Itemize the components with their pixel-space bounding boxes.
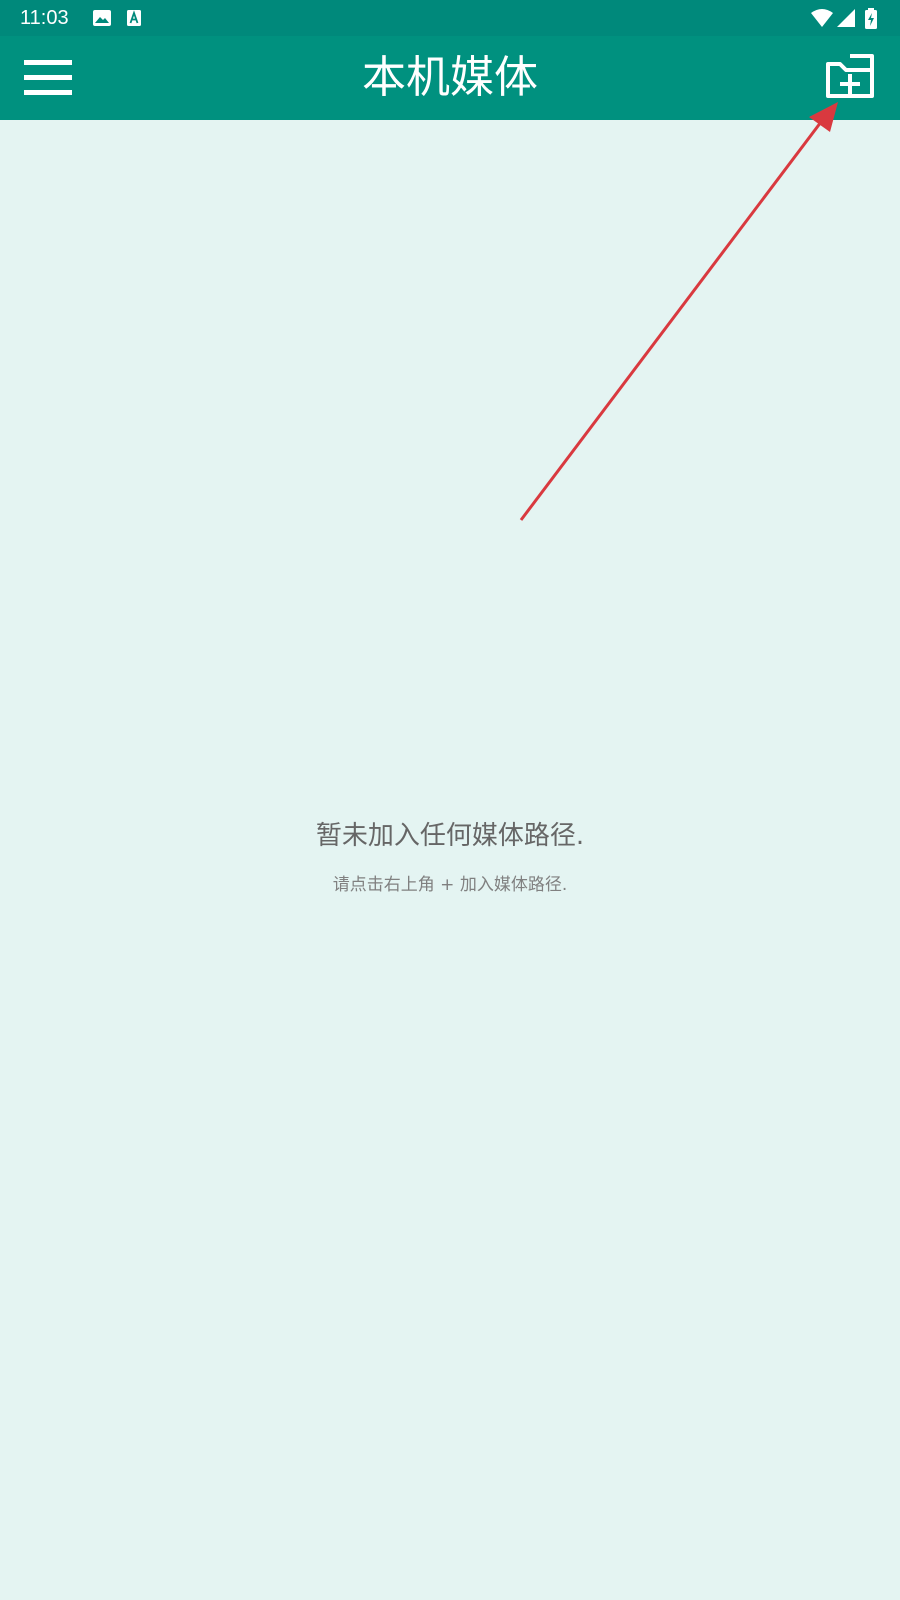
status-time: 11:03 <box>20 7 69 29</box>
menu-button[interactable] <box>18 52 78 104</box>
image-icon <box>92 8 112 32</box>
battery-charging-icon <box>864 8 878 34</box>
hamburger-menu-icon <box>18 60 78 108</box>
annotation-arrow <box>519 102 838 521</box>
wifi-icon <box>810 8 834 32</box>
page-title: 本机媒体 <box>362 52 538 103</box>
empty-state-hint: 请点击右上角 + 加入媒体路径. <box>332 875 568 895</box>
add-media-path-button[interactable] <box>820 50 880 106</box>
folder-add-icon <box>820 54 880 110</box>
status-bar: 11:03 <box>0 0 900 36</box>
text-a-icon <box>126 8 142 32</box>
empty-state-title: 暂未加入任何媒体路径. <box>315 821 585 851</box>
app-bar: 本机媒体 <box>0 36 900 120</box>
cellular-signal-icon <box>836 8 856 32</box>
